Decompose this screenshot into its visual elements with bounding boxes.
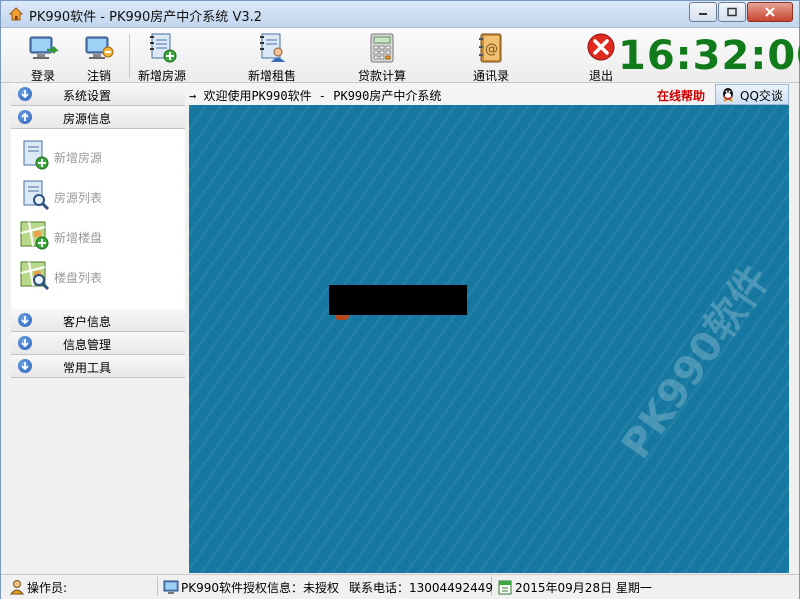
toolbar-label: 通讯录 — [472, 69, 509, 83]
nav-item-building-list[interactable]: 楼盘列表 — [19, 259, 179, 291]
map-add-icon — [20, 221, 49, 250]
nav-item-label: 新增楼盘 — [54, 231, 103, 245]
nav-group-listings-body: 新增房源 房源列表 新增楼盘 楼盘列表 — [11, 129, 185, 309]
clock-display: 16:32:00 — [618, 33, 800, 79]
maximize-button[interactable] — [718, 2, 746, 22]
phone-label: 联系电话：13004492449 — [349, 581, 493, 595]
close-icon — [765, 7, 775, 17]
nav-group-label: 房源信息 — [63, 112, 112, 126]
title-bar[interactable]: PK990软件 - PK990房产中介系统 V3.2 — [1, 1, 799, 28]
minimize-button[interactable] — [689, 2, 717, 22]
exit-button[interactable]: 退出 — [583, 32, 619, 84]
notebook-person-icon — [256, 32, 288, 64]
chevron-down-icon — [18, 336, 32, 350]
app-window: PK990软件 - PK990房产中介系统 V3.2 登录 注销 新增房源 新增… — [0, 0, 800, 599]
chevron-up-icon — [18, 110, 32, 124]
redacted-block — [329, 285, 467, 315]
notebook-add-icon — [23, 140, 49, 170]
toolbar-label: 新增房源 — [137, 69, 186, 83]
logout-button[interactable]: 注销 — [75, 32, 123, 84]
nav-item-listing-list[interactable]: 房源列表 — [19, 179, 179, 211]
chevron-down-icon — [18, 359, 32, 373]
nav-group-label: 常用工具 — [63, 361, 112, 375]
toolbar-separator — [129, 34, 130, 78]
nav-group-label: 系统设置 — [63, 89, 112, 103]
nav-item-label: 新增房源 — [54, 151, 103, 165]
nav-group-system-settings[interactable]: 系统设置 — [11, 83, 185, 106]
add-listing-button[interactable]: 新增房源 — [135, 32, 189, 84]
toolbar-label: 登录 — [30, 69, 55, 83]
nav-group-label: 客户信息 — [63, 315, 112, 329]
minimize-icon — [699, 13, 707, 15]
main-content-area: PK990软件 — [189, 105, 789, 573]
operator-label: 操作员: — [27, 581, 68, 595]
nav-group-label: 信息管理 — [63, 338, 112, 352]
info-bar: → 欢迎使用PK990软件 - PK990房产中介系统 在线帮助 QQ交谈 — [185, 83, 789, 105]
nav-item-add-building[interactable]: 新增楼盘 — [19, 219, 179, 251]
toolbar-label: 注销 — [86, 69, 111, 83]
left-nav-pane: 系统设置 房源信息 新增房源 房源列表 新增楼盘 楼盘列表 客户信息 信息管理 … — [11, 83, 185, 573]
nav-item-label: 楼盘列表 — [54, 271, 103, 285]
computer-login-icon — [27, 32, 59, 64]
add-rental-button[interactable]: 新增租售 — [245, 32, 299, 84]
qq-chat-label: QQ交谈 — [740, 89, 783, 103]
chevron-down-icon — [18, 87, 32, 101]
house-icon — [9, 7, 23, 21]
qq-penguin-icon — [723, 88, 733, 102]
close-button[interactable] — [747, 2, 793, 22]
nav-item-label: 房源列表 — [54, 191, 103, 205]
online-help-link[interactable]: 在线帮助 — [657, 87, 705, 104]
computer-logout-icon — [83, 32, 115, 64]
address-book-icon: @ — [475, 32, 507, 64]
status-bar: 操作员: PK990软件授权信息：未授权 联系电话：13004492449 20… — [1, 574, 799, 599]
toolbar-label: 新增租售 — [247, 69, 296, 83]
status-operator: 操作员: — [7, 577, 158, 596]
exit-icon — [585, 32, 617, 64]
notebook-add-icon — [146, 32, 178, 64]
contacts-button[interactable]: @ 通讯录 — [469, 32, 513, 84]
svg-text:@: @ — [485, 42, 498, 57]
computer-icon — [163, 580, 179, 594]
maximize-icon — [727, 7, 737, 17]
status-date: 2015年09月28日 星期一 — [495, 577, 795, 596]
toolbar-label: 贷款计算 — [357, 69, 406, 83]
nav-group-info-management[interactable]: 信息管理 — [11, 332, 185, 355]
user-icon — [9, 580, 25, 595]
chevron-down-icon — [18, 313, 32, 327]
toolbar-label: 退出 — [588, 69, 613, 83]
nav-item-add-listing[interactable]: 新增房源 — [19, 139, 179, 171]
qq-chat-button[interactable]: QQ交谈 — [715, 84, 789, 105]
nav-group-listings[interactable]: 房源信息 — [11, 106, 185, 129]
calculator-icon — [366, 32, 398, 64]
notebook-search-icon — [23, 180, 50, 211]
loan-calculator-button[interactable]: 贷款计算 — [355, 32, 409, 84]
window-title: PK990软件 - PK990房产中介系统 V3.2 — [29, 10, 263, 25]
license-label: PK990软件授权信息：未授权 — [181, 581, 340, 595]
welcome-text: → 欢迎使用PK990软件 - PK990房产中介系统 — [189, 89, 442, 103]
nav-group-customers[interactable]: 客户信息 — [11, 309, 185, 332]
map-search-icon — [20, 261, 50, 291]
date-label: 2015年09月28日 星期一 — [515, 581, 652, 595]
login-button[interactable]: 登录 — [19, 32, 67, 84]
nav-group-tools[interactable]: 常用工具 — [11, 355, 185, 378]
watermark-text: PK990软件 — [613, 257, 780, 468]
status-license: PK990软件授权信息：未授权 联系电话：13004492449 — [161, 577, 493, 596]
calendar-icon — [498, 580, 512, 595]
